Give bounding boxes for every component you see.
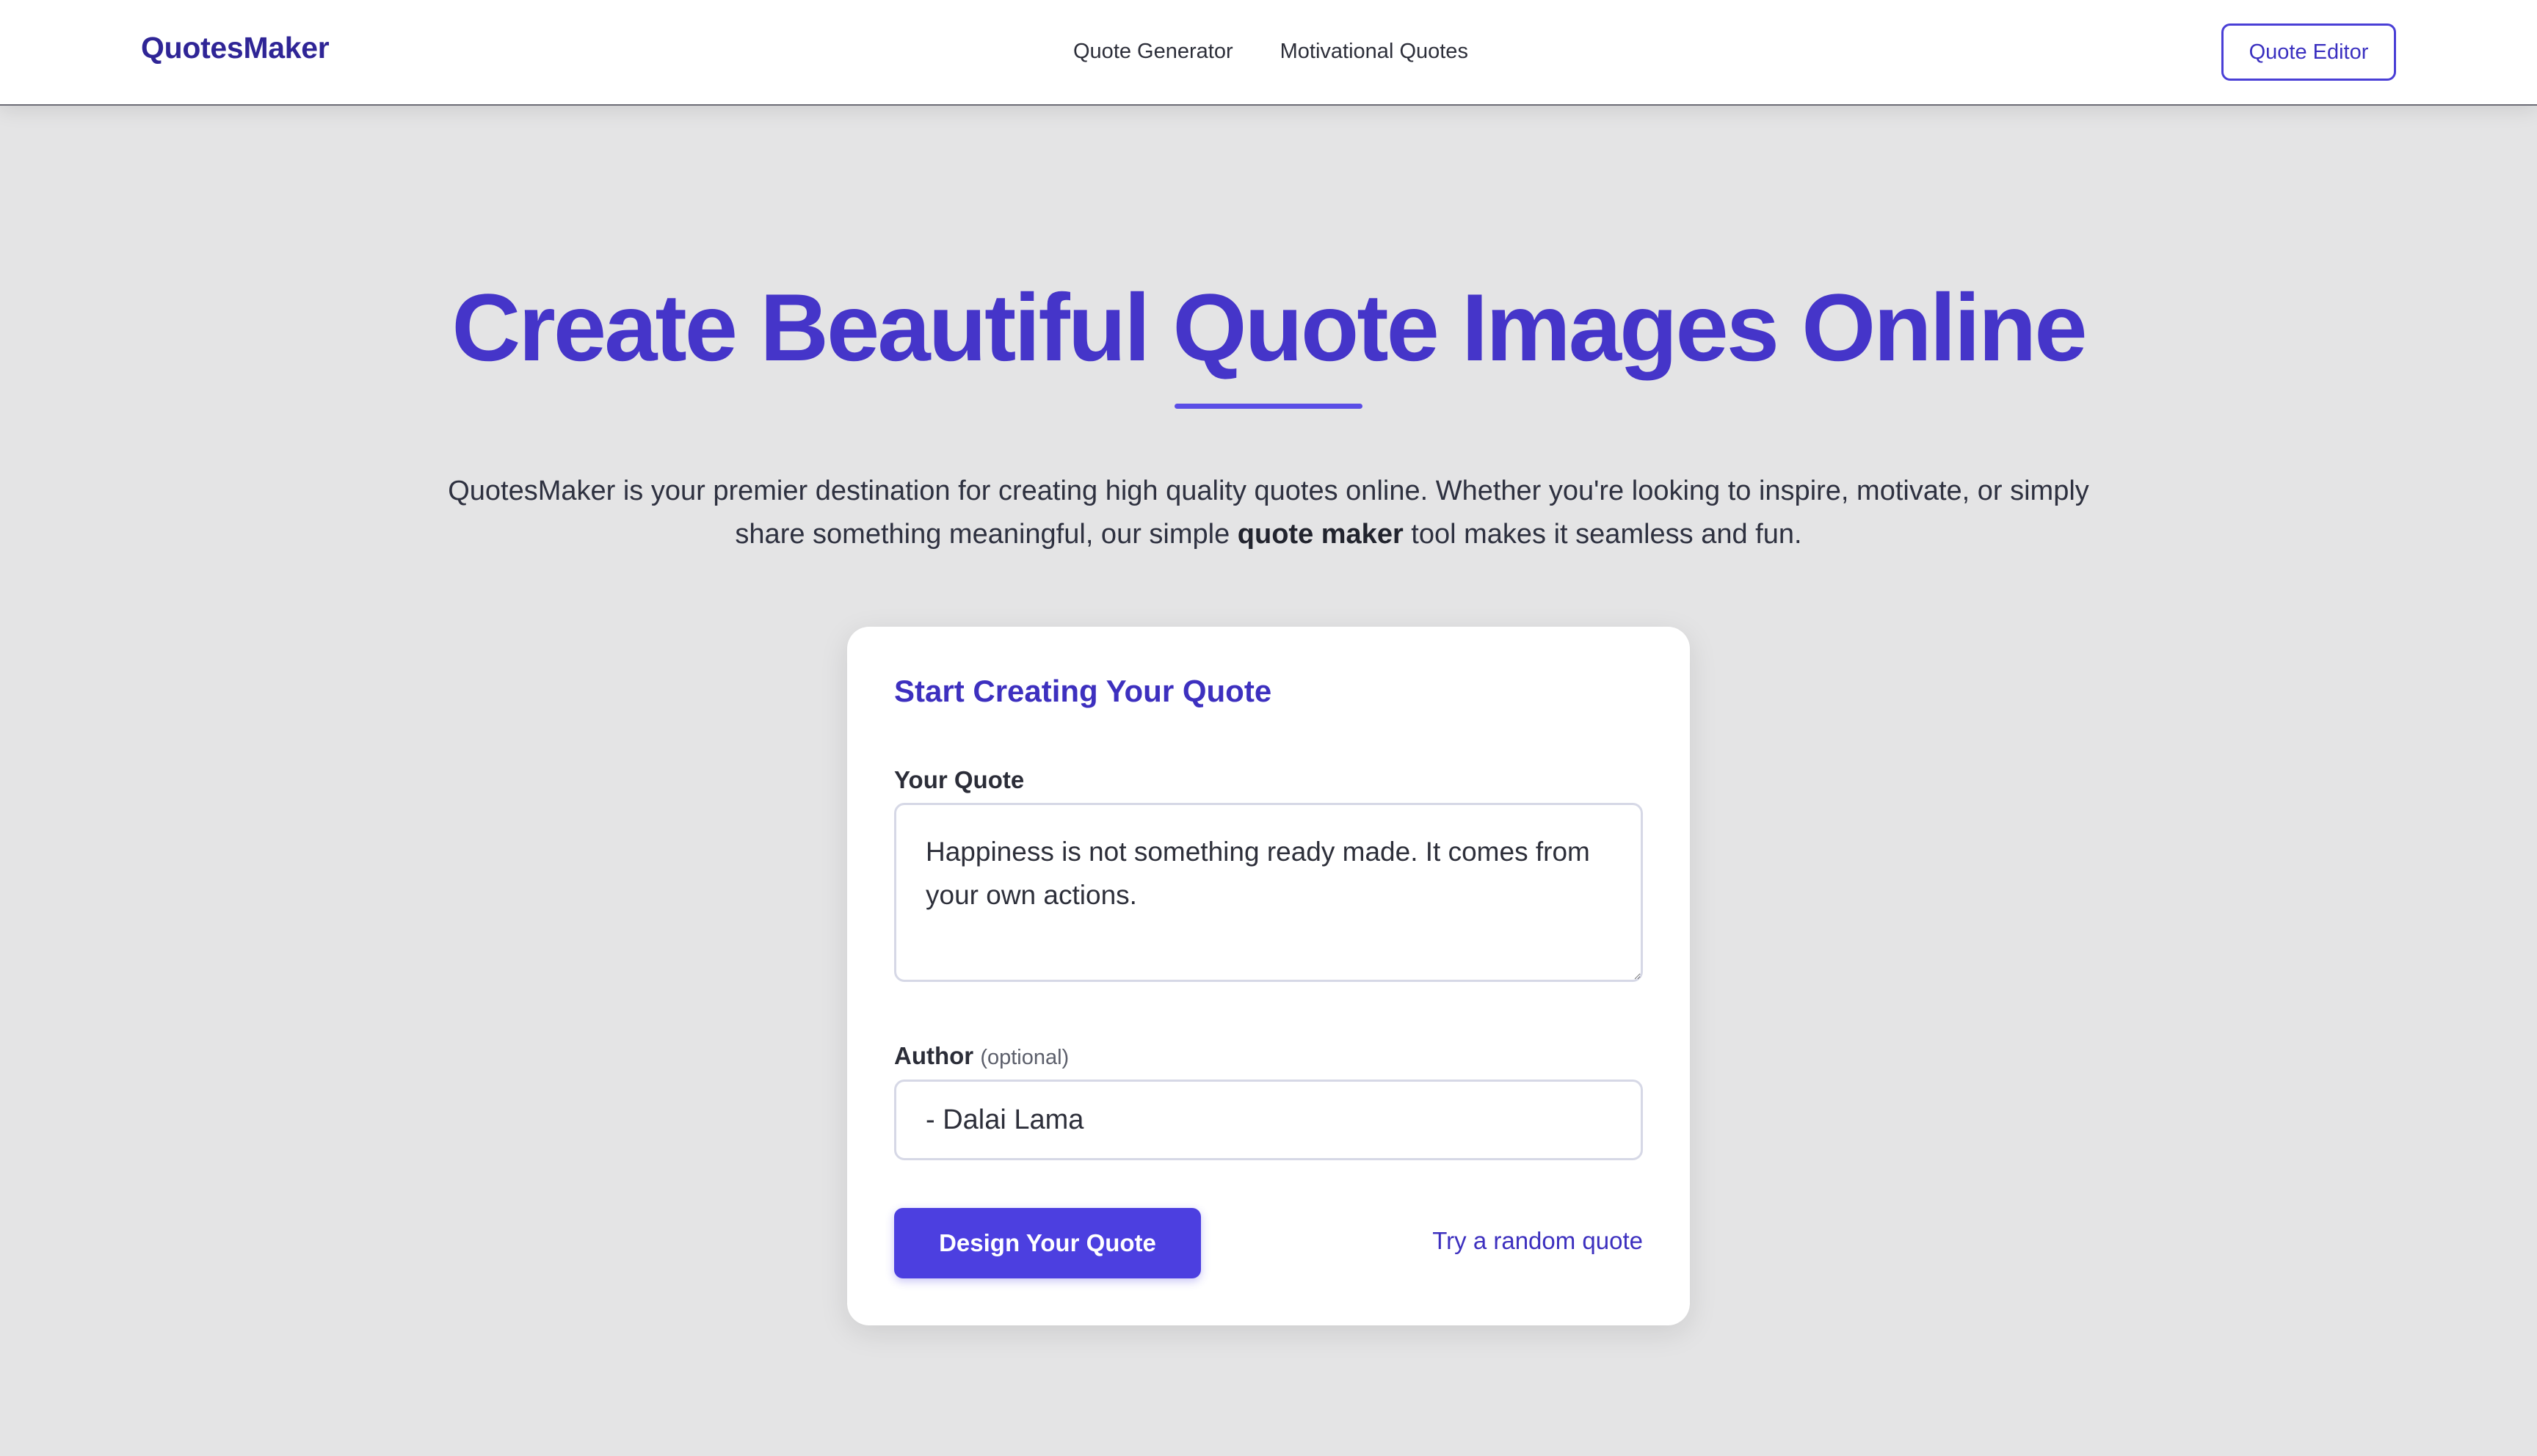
nav-motivational-quotes[interactable]: Motivational Quotes xyxy=(1280,40,1468,64)
main-nav: Quote Generator Motivational Quotes xyxy=(1073,40,1468,64)
author-optional-hint: (optional) xyxy=(980,1046,1070,1069)
author-label-text: Author xyxy=(894,1042,974,1069)
nav-quote-generator[interactable]: Quote Generator xyxy=(1073,40,1233,64)
hero-description: QuotesMaker is your premier destination … xyxy=(424,470,2113,556)
quote-label: Your Quote xyxy=(894,766,1024,794)
hero-description-bold: quote maker xyxy=(1237,519,1404,550)
site-header: QuotesMaker Quote Generator Motivational… xyxy=(0,0,2537,106)
hero-description-end: tool makes it seamless and fun. xyxy=(1403,519,1802,550)
quote-label-text: Your Quote xyxy=(894,766,1025,793)
author-input[interactable] xyxy=(894,1080,1643,1160)
card-title: Start Creating Your Quote xyxy=(894,674,1272,708)
title-underline xyxy=(1175,404,1362,409)
author-label: Author (optional) xyxy=(894,1042,1069,1070)
quote-form-card: Start Creating Your Quote Your Quote Hap… xyxy=(847,627,1690,1325)
design-quote-button[interactable]: Design Your Quote xyxy=(894,1208,1201,1278)
quote-editor-button[interactable]: Quote Editor xyxy=(2221,23,2396,81)
random-quote-link[interactable]: Try a random quote xyxy=(1432,1227,1643,1255)
page-title: Create Beautiful Quote Images Online xyxy=(451,274,2087,381)
quote-textarea[interactable]: Happiness is not something ready made. I… xyxy=(894,803,1643,982)
logo[interactable]: QuotesMaker xyxy=(141,31,330,65)
